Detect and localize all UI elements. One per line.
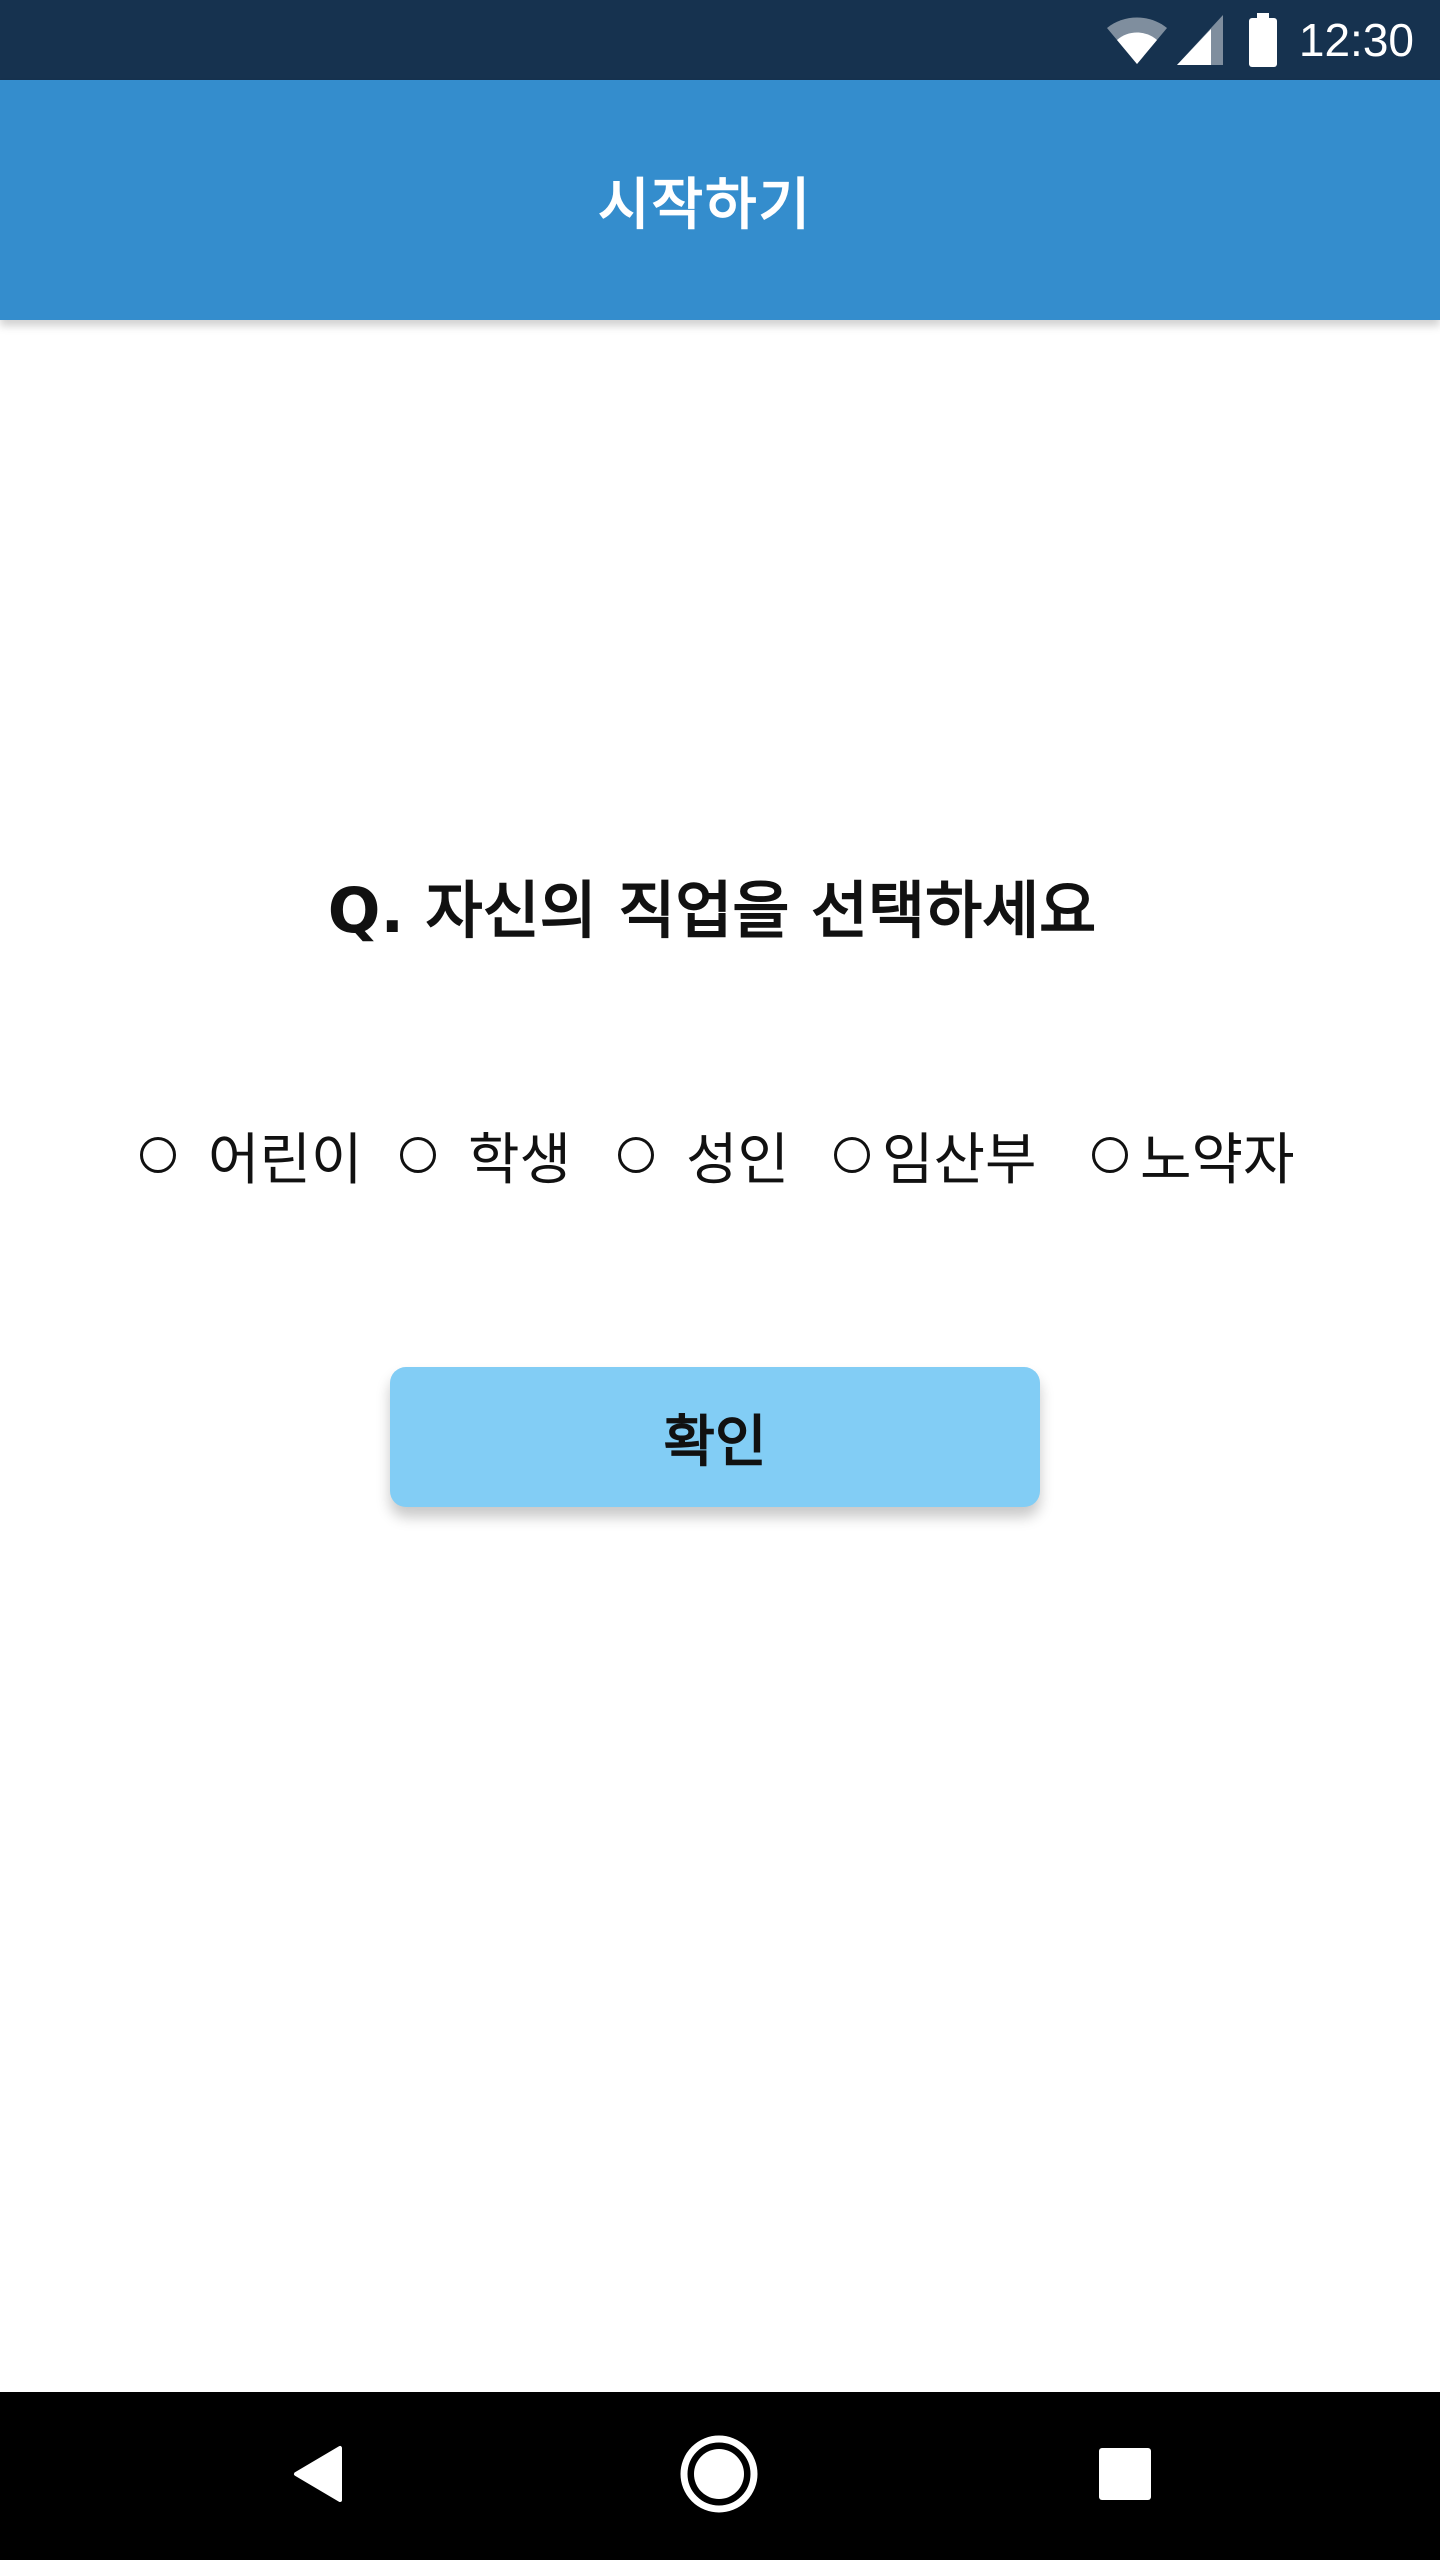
page-title: 시작하기 bbox=[597, 172, 813, 238]
status-time: 12:30 bbox=[1298, 14, 1414, 66]
option-label: 성인 bbox=[686, 1127, 790, 1193]
cell-signal-icon bbox=[1175, 13, 1225, 67]
back-button[interactable] bbox=[234, 2392, 402, 2560]
home-button[interactable] bbox=[635, 2392, 803, 2560]
radio-circle-icon[interactable] bbox=[400, 1137, 436, 1173]
option-adult[interactable]: 성인 bbox=[618, 1115, 789, 1195]
confirm-button[interactable]: 확인 bbox=[390, 1367, 1040, 1507]
app-bar: 시작하기 bbox=[0, 80, 1440, 320]
option-label: 어린이 bbox=[208, 1127, 363, 1193]
radio-circle-icon[interactable] bbox=[618, 1137, 654, 1173]
radio-circle-icon[interactable] bbox=[140, 1137, 176, 1173]
option-student[interactable]: 학생 bbox=[400, 1115, 571, 1195]
status-icons: 12:30 bbox=[1105, 0, 1414, 80]
option-child[interactable]: 어린이 bbox=[140, 1115, 363, 1195]
radio-circle-icon[interactable] bbox=[834, 1137, 870, 1173]
battery-icon bbox=[1248, 13, 1277, 67]
recents-icon bbox=[1098, 2447, 1152, 2505]
radio-circle-icon[interactable] bbox=[1092, 1137, 1128, 1173]
option-label: 학생 bbox=[468, 1127, 572, 1193]
question-text: Q. 자신의 직업을 선택하세요 bbox=[327, 874, 1097, 947]
home-icon bbox=[679, 2434, 759, 2518]
wifi-icon bbox=[1105, 14, 1169, 66]
option-label: 노약자 bbox=[1140, 1127, 1295, 1193]
screen: 12:30 시작하기 Q. 자신의 직업을 선택하세요 어린이 학생 성인 임산… bbox=[0, 0, 1440, 2560]
status-bar: 12:30 bbox=[0, 0, 1440, 80]
occupation-radio-group: 어린이 학생 성인 임산부 노약자 bbox=[0, 1115, 1440, 1195]
recents-button[interactable] bbox=[1041, 2392, 1209, 2560]
navigation-bar bbox=[0, 2392, 1440, 2560]
option-elderly[interactable]: 노약자 bbox=[1092, 1115, 1295, 1195]
back-icon bbox=[292, 2445, 344, 2507]
option-label: 임산부 bbox=[882, 1127, 1037, 1193]
option-pregnant[interactable]: 임산부 bbox=[834, 1115, 1037, 1195]
